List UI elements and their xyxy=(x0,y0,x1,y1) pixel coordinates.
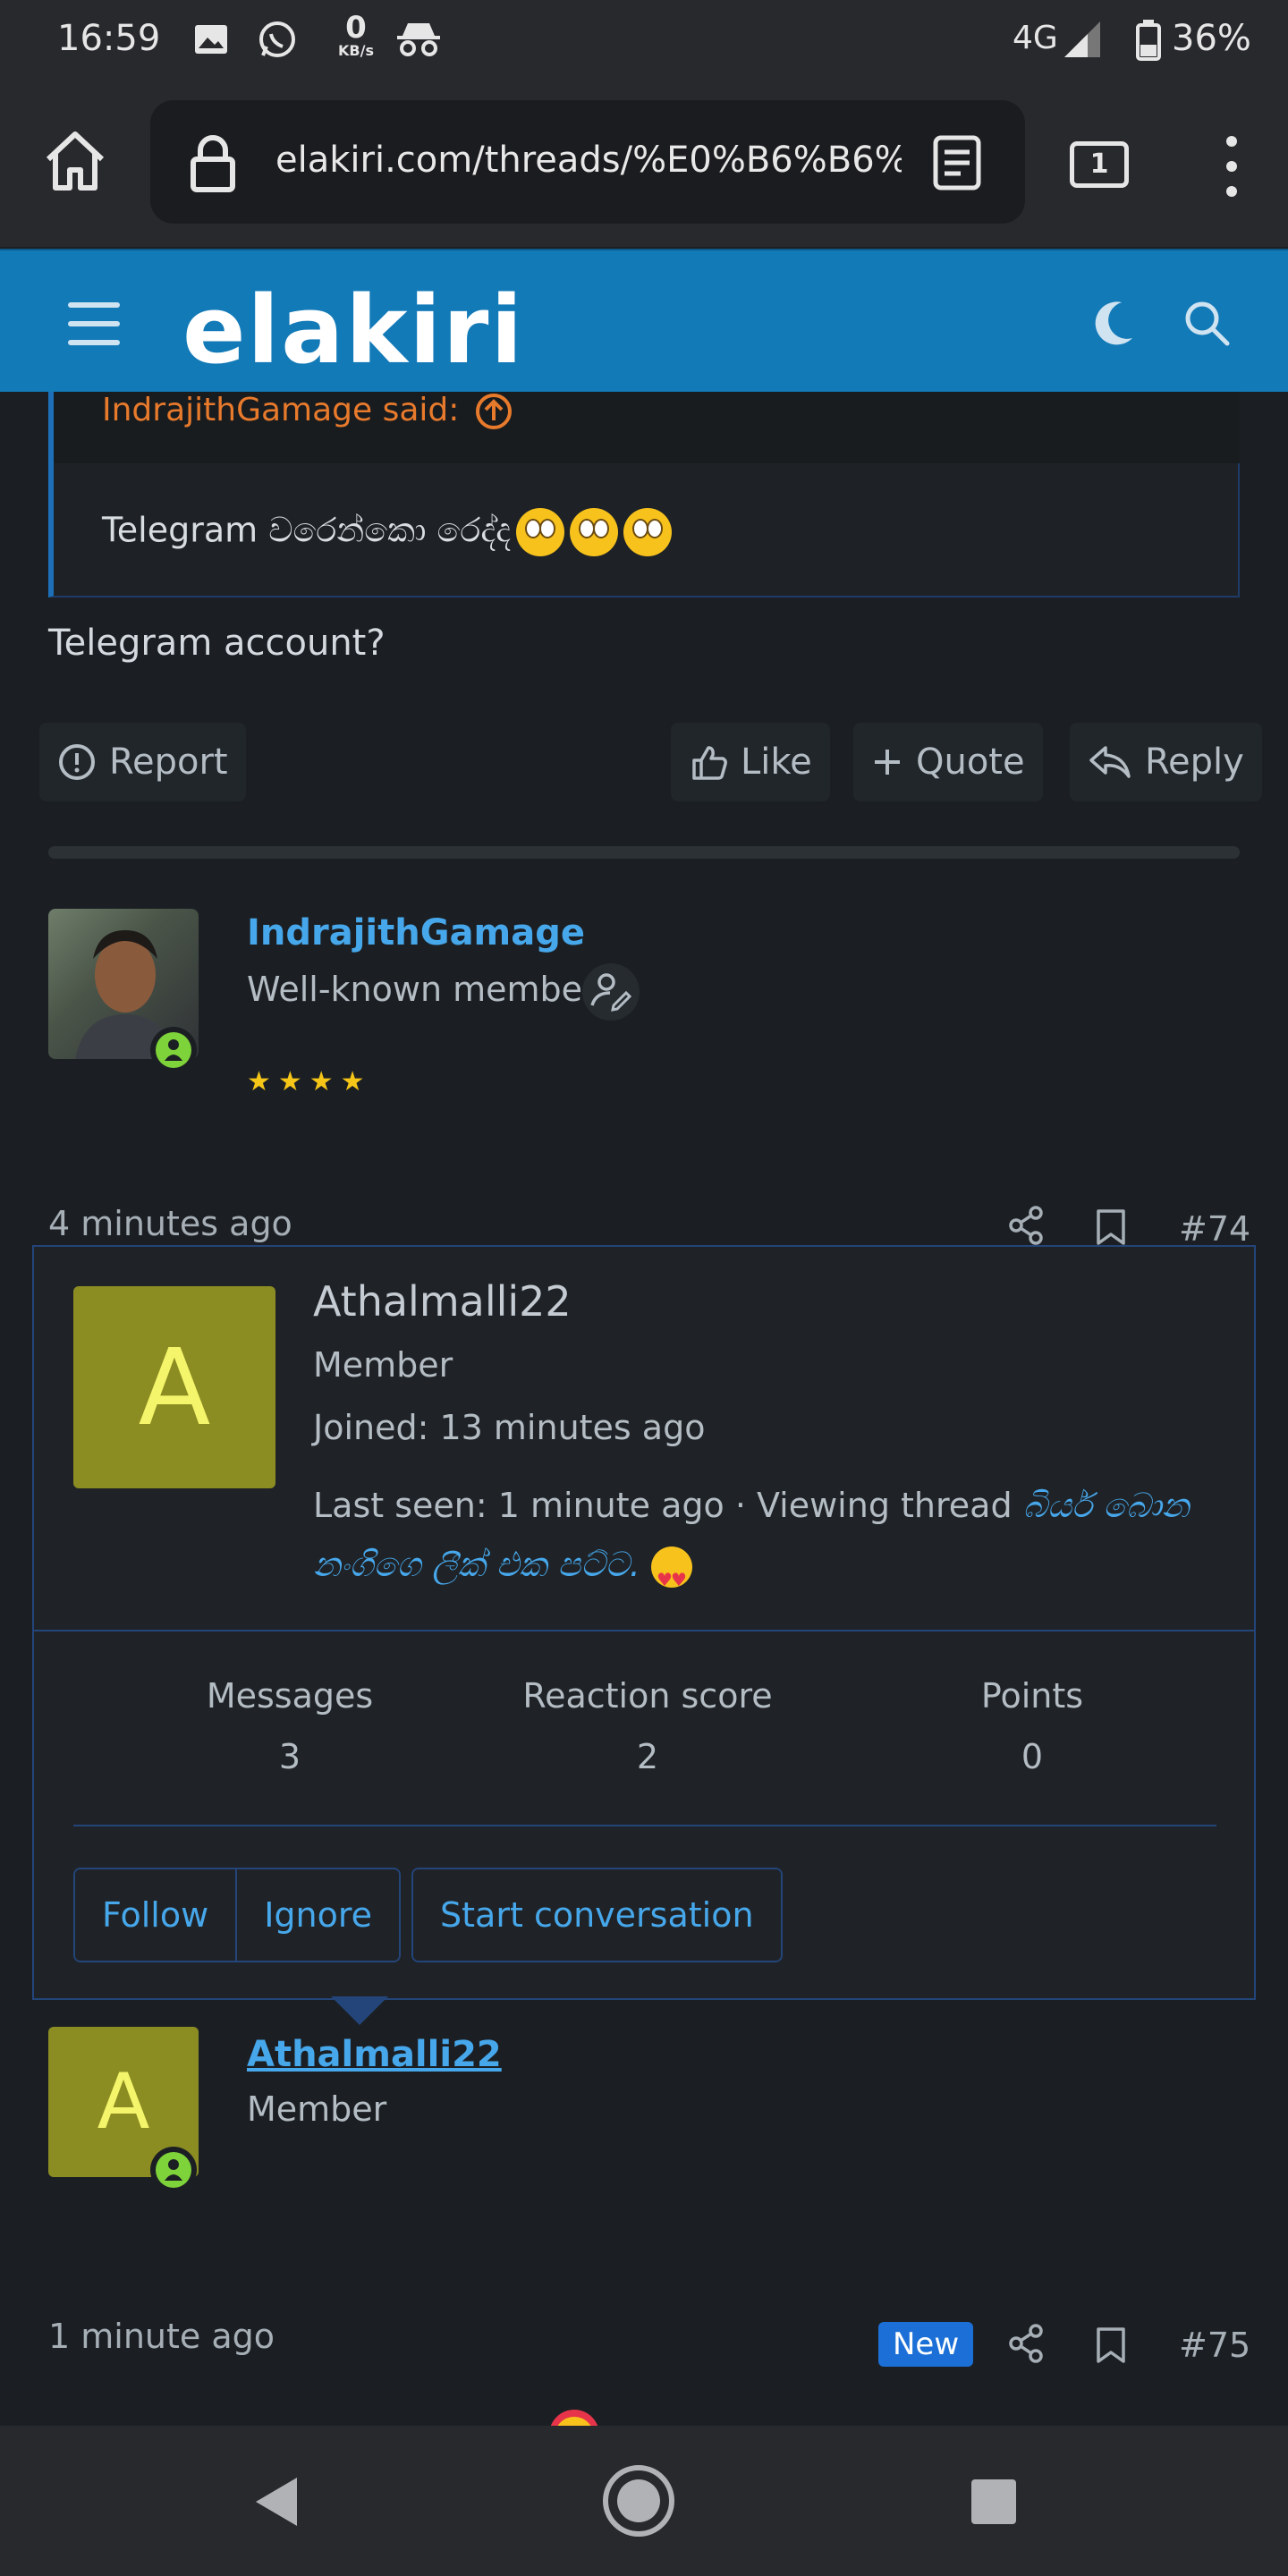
heart-eyes-emoji xyxy=(650,1546,692,1609)
start-conversation-button[interactable]: Start conversation xyxy=(413,1869,781,1961)
tab-switcher-button[interactable]: 1 xyxy=(1070,141,1129,188)
whatsapp-icon xyxy=(256,18,299,61)
stat-value[interactable]: 0 xyxy=(880,1737,1184,1776)
user-rating-stars: ★★★★ xyxy=(247,1066,372,1097)
stat-reaction-score: Reaction score 2 xyxy=(496,1676,800,1776)
card-avatar[interactable]: A xyxy=(73,1286,275,1488)
incognito-icon xyxy=(394,18,444,61)
tooltip-arrow xyxy=(331,1996,388,2025)
card-username[interactable]: Athalmalli22 xyxy=(313,1277,572,1326)
conversation-group: Start conversation xyxy=(411,1868,783,1962)
eye-roll-emoji xyxy=(570,508,619,556)
stat-points: Points 0 xyxy=(880,1676,1184,1776)
reader-mode-icon[interactable] xyxy=(930,134,984,191)
ignore-button[interactable]: Ignore xyxy=(235,1869,400,1961)
post-time[interactable]: 1 minute ago xyxy=(48,2317,275,2356)
eye-roll-emoji xyxy=(516,508,565,556)
eye-roll-emoji xyxy=(623,508,673,556)
quote-author[interactable]: IndrajithGamage said: xyxy=(102,392,459,428)
like-label: Like xyxy=(741,741,812,783)
stat-messages: Messages 3 xyxy=(138,1676,442,1776)
thumbs-up-icon xyxy=(689,742,728,782)
share-icon[interactable] xyxy=(1007,1206,1046,1245)
stat-label: Points xyxy=(980,1676,1084,1716)
follow-ignore-group: Follow Ignore xyxy=(73,1868,402,1962)
quote-label: Quote xyxy=(916,741,1025,783)
stat-value[interactable]: 3 xyxy=(138,1737,442,1776)
card-divider xyxy=(34,1630,1254,1631)
battery-icon xyxy=(1134,18,1163,61)
arrow-up-circle-icon[interactable] xyxy=(474,392,513,431)
status-time: 16:59 xyxy=(57,18,161,59)
member-tooltip-card: A Athalmalli22 Member Joined: 13 minutes… xyxy=(32,1245,1256,2000)
site-logo[interactable]: elakiri xyxy=(182,275,524,385)
stat-value[interactable]: 2 xyxy=(496,1737,800,1776)
quote-button[interactable]: Quote xyxy=(853,723,1043,801)
hamburger-icon[interactable] xyxy=(66,301,122,347)
post-text: Telegram account? xyxy=(48,623,386,664)
online-indicator xyxy=(150,2147,197,2193)
system-nav-bar xyxy=(0,2426,1288,2576)
share-icon[interactable] xyxy=(1007,2324,1046,2363)
username-link[interactable]: IndrajithGamage xyxy=(247,912,585,953)
stat-label: Messages xyxy=(206,1676,374,1716)
recents-icon[interactable] xyxy=(970,2478,1018,2526)
stat-label: Reaction score xyxy=(522,1676,773,1716)
post-number[interactable]: #75 xyxy=(1179,2326,1250,2365)
moon-icon[interactable] xyxy=(1091,299,1136,347)
quote-header: IndrajithGamage said: xyxy=(54,392,1240,463)
image-icon xyxy=(190,18,233,61)
like-button[interactable]: Like xyxy=(671,723,830,801)
post-divider xyxy=(48,846,1240,859)
last-seen-text: Last seen: 1 minute ago · Viewing thread xyxy=(313,1486,1013,1525)
net-speed: 0 KB/s xyxy=(338,10,374,59)
url-text[interactable]: elakiri.com/threads/%E0%B6%B6%E0% xyxy=(275,140,902,181)
report-label: Report xyxy=(109,741,228,783)
user-title: Well-known member xyxy=(247,970,597,1009)
card-last-seen: Last seen: 1 minute ago · Viewing thread… xyxy=(313,1476,1216,1609)
emoji-peek xyxy=(547,2408,601,2426)
back-icon[interactable] xyxy=(250,2474,301,2529)
card-divider xyxy=(73,1825,1216,1826)
follow-button[interactable]: Follow xyxy=(75,1869,236,1961)
quote-text: Telegram වරෙන්කො රෙද්ද xyxy=(102,508,673,556)
reply-button[interactable]: Reply xyxy=(1070,723,1262,801)
home-circle-icon[interactable] xyxy=(601,2463,676,2538)
address-bar[interactable]: elakiri.com/threads/%E0%B6%B6%E0% xyxy=(150,100,1025,224)
user-edit-icon xyxy=(581,962,640,1021)
search-icon[interactable] xyxy=(1182,299,1231,347)
new-badge: New xyxy=(878,2322,974,2367)
battery-percent: 36% xyxy=(1172,18,1251,59)
report-button[interactable]: Report xyxy=(39,723,246,801)
reply-icon xyxy=(1088,742,1132,782)
post-time[interactable]: 4 minutes ago xyxy=(48,1204,292,1243)
card-joined: Joined: 13 minutes ago xyxy=(313,1408,706,1447)
quote-block: IndrajithGamage said: Telegram වරෙන්කො ර… xyxy=(48,392,1240,597)
home-icon[interactable] xyxy=(41,125,109,197)
card-role: Member xyxy=(313,1345,453,1385)
alert-icon xyxy=(57,742,97,782)
site-header: elakiri xyxy=(0,249,1288,392)
user-title: Member xyxy=(247,2089,387,2129)
quote-text-content: Telegram වරෙන්කො රෙද්ද xyxy=(102,510,512,550)
plus-icon xyxy=(871,746,903,778)
bookmark-icon[interactable] xyxy=(1095,1208,1127,1247)
bookmark-icon[interactable] xyxy=(1095,2326,1127,2365)
reply-label: Reply xyxy=(1145,741,1244,783)
post-number[interactable]: #74 xyxy=(1179,1209,1250,1249)
status-bar: 16:59 0 KB/s 4G 36% xyxy=(0,0,1288,86)
username-link[interactable]: Athalmalli22 xyxy=(247,2034,502,2075)
card-actions: Follow Ignore Start conversation xyxy=(73,1868,783,1962)
signal-icon xyxy=(1061,18,1104,61)
lock-icon[interactable] xyxy=(186,132,240,193)
online-indicator xyxy=(150,1027,197,1073)
network-type: 4G xyxy=(1013,20,1058,56)
menu-dots-icon[interactable] xyxy=(1218,132,1245,200)
